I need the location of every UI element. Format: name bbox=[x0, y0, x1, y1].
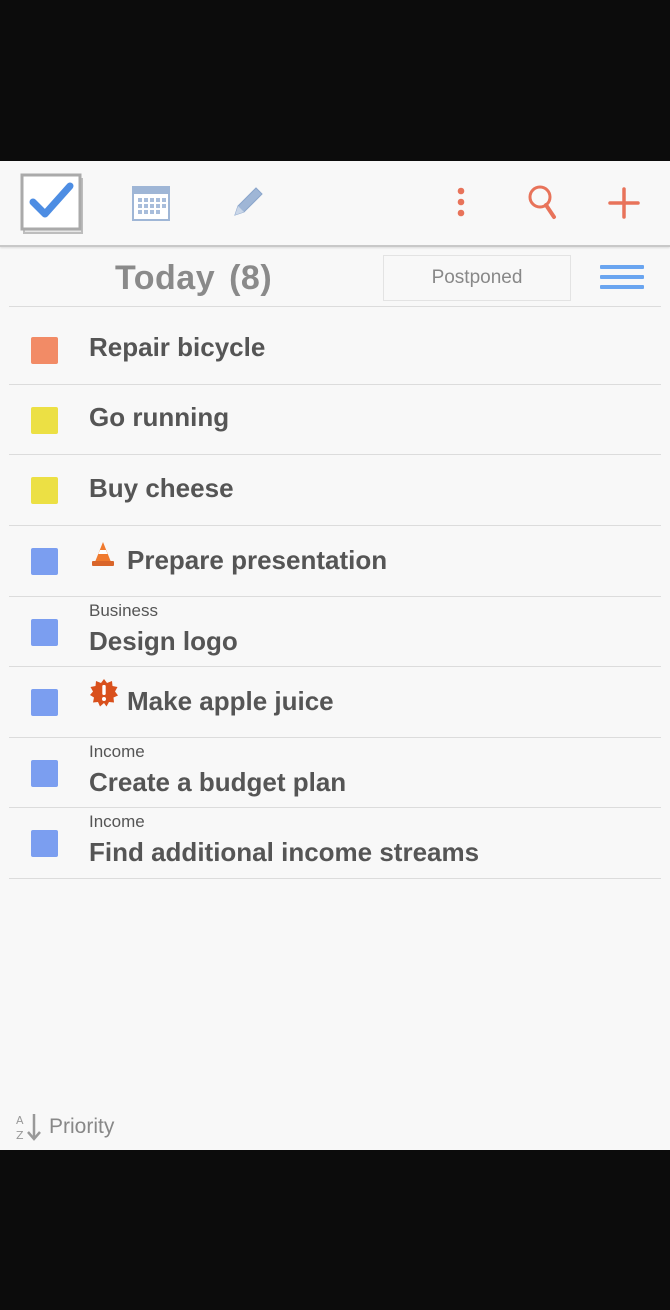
priority-color-square[interactable] bbox=[31, 337, 58, 364]
task-title: Create a budget plan bbox=[89, 767, 347, 797]
list-item[interactable]: Repair bicycle bbox=[9, 314, 661, 384]
list-item[interactable]: Go running bbox=[9, 384, 661, 454]
more-vert-icon[interactable] bbox=[448, 161, 474, 245]
sort-selector[interactable]: A Z Priority bbox=[15, 1111, 114, 1143]
search-icon[interactable] bbox=[522, 161, 564, 245]
list-item[interactable]: Business Design logo bbox=[9, 596, 661, 666]
task-category: Business bbox=[89, 601, 158, 620]
task-title: Go running bbox=[89, 402, 230, 432]
priority-color-square[interactable] bbox=[31, 477, 58, 504]
tasks-checkbox-icon[interactable] bbox=[18, 161, 88, 245]
today-label: Today bbox=[115, 259, 216, 297]
hamburger-menu-icon[interactable] bbox=[600, 263, 646, 293]
alert-badge-icon bbox=[89, 678, 119, 713]
page-title: Today (8) bbox=[115, 259, 272, 298]
priority-color-square[interactable] bbox=[31, 760, 58, 787]
nav-bar-area bbox=[0, 1150, 670, 1310]
sort-label: Priority bbox=[49, 1115, 115, 1138]
divider bbox=[9, 306, 661, 307]
svg-text:Z: Z bbox=[16, 1129, 24, 1142]
pencil-icon[interactable] bbox=[224, 161, 270, 245]
list-header: Today (8) Postponed bbox=[0, 247, 670, 306]
task-title: Find additional income streams bbox=[89, 837, 480, 867]
priority-color-square[interactable] bbox=[31, 407, 58, 434]
priority-color-square[interactable] bbox=[31, 548, 58, 575]
list-item[interactable]: Make apple juice bbox=[9, 666, 661, 736]
task-title: Repair bicycle bbox=[89, 332, 266, 362]
calendar-icon[interactable] bbox=[128, 161, 174, 245]
add-icon[interactable] bbox=[603, 161, 645, 245]
task-title: Prepare presentation bbox=[127, 545, 388, 575]
app-window: Today (8) Postponed Repair bicycle Go run… bbox=[0, 161, 670, 1150]
priority-color-square[interactable] bbox=[31, 619, 58, 646]
list-item[interactable]: Prepare presentation bbox=[9, 525, 661, 595]
postponed-button[interactable]: Postponed bbox=[383, 255, 571, 301]
priority-color-square[interactable] bbox=[31, 830, 58, 857]
toolbar bbox=[0, 161, 670, 247]
list-item[interactable]: Income Create a budget plan bbox=[9, 737, 661, 807]
priority-color-square[interactable] bbox=[31, 689, 58, 716]
traffic-cone-icon bbox=[89, 540, 117, 573]
status-bar-area bbox=[0, 0, 670, 161]
task-title: Make apple juice bbox=[127, 686, 334, 716]
task-category: Income bbox=[89, 812, 145, 831]
task-category: Income bbox=[89, 742, 145, 761]
list-item[interactable]: Income Find additional income streams bbox=[9, 807, 661, 877]
task-count: (8) bbox=[229, 259, 273, 297]
task-title: Design logo bbox=[89, 626, 238, 656]
divider bbox=[9, 878, 661, 879]
sort-az-icon: A Z bbox=[16, 1114, 41, 1142]
task-title: Buy cheese bbox=[89, 473, 234, 503]
svg-text:A: A bbox=[16, 1114, 24, 1127]
list-item[interactable]: Buy cheese bbox=[9, 454, 661, 524]
